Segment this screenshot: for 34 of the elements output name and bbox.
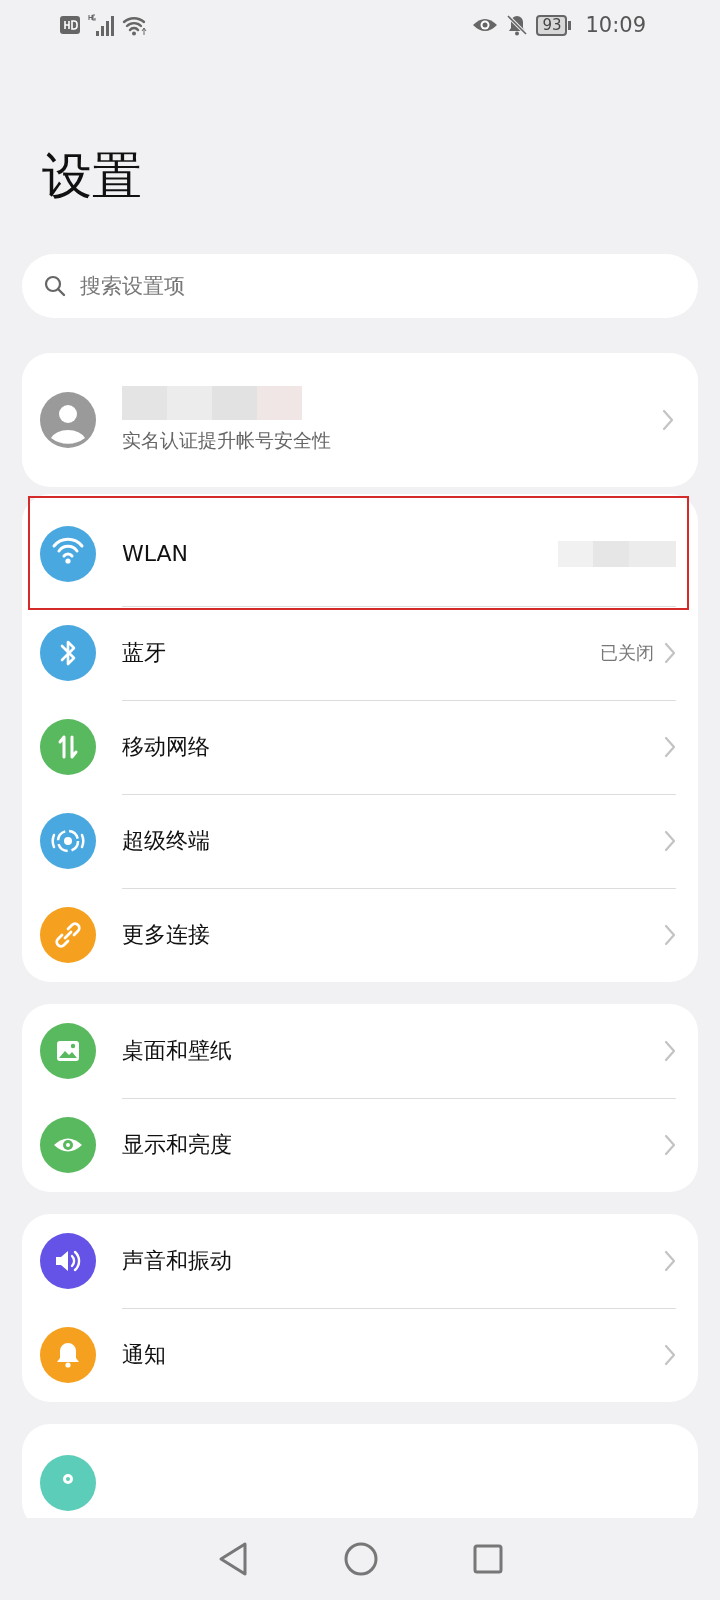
chevron-icon [664, 1344, 676, 1366]
recents-icon[interactable] [472, 1544, 503, 1574]
battery-level: 93 [536, 14, 568, 36]
setting-label[interactable]: 通知 [122, 1340, 664, 1370]
chevron-icon [664, 924, 676, 946]
setting-label[interactable]: 桌面和壁纸 [122, 1035, 664, 1066]
chevron-icon [664, 1134, 676, 1156]
setting-label[interactable]: 移动网络 [122, 731, 664, 762]
setting-value: 已关闭 [600, 640, 654, 665]
hd-icon [60, 16, 80, 34]
chevron-icon [664, 829, 676, 852]
setting-label[interactable]: 超级终端 [122, 825, 664, 856]
chevron-icon [664, 1039, 676, 1062]
avatar-icon [40, 392, 96, 448]
setting-label[interactable]: 更多连接 [122, 920, 664, 950]
setting-label[interactable]: WLAN [122, 541, 558, 566]
chevron-icon [664, 735, 676, 758]
account-card[interactable]: 实名认证提升帐号安全性 [22, 353, 698, 487]
eye-icon [472, 16, 499, 34]
account-subtitle: 实名认证提升帐号安全性 [122, 428, 332, 453]
back-icon[interactable] [217, 1541, 250, 1577]
home-icon[interactable] [344, 1542, 378, 1576]
chevron-icon [664, 641, 676, 664]
signal-icon [88, 14, 114, 36]
page-title: 设置 [42, 146, 142, 206]
search-icon [44, 275, 66, 297]
setting-label[interactable]: 蓝牙 [122, 637, 600, 668]
search-field[interactable]: 搜索设置项 [22, 254, 698, 318]
wifi-icon [122, 14, 148, 36]
setting-label[interactable]: 显示和亮度 [122, 1130, 664, 1160]
setting-label[interactable]: 声音和振动 [122, 1245, 664, 1276]
chevron-icon [664, 1249, 676, 1272]
clock-time: 10:09 [585, 13, 646, 37]
chevron-icon [662, 409, 674, 431]
